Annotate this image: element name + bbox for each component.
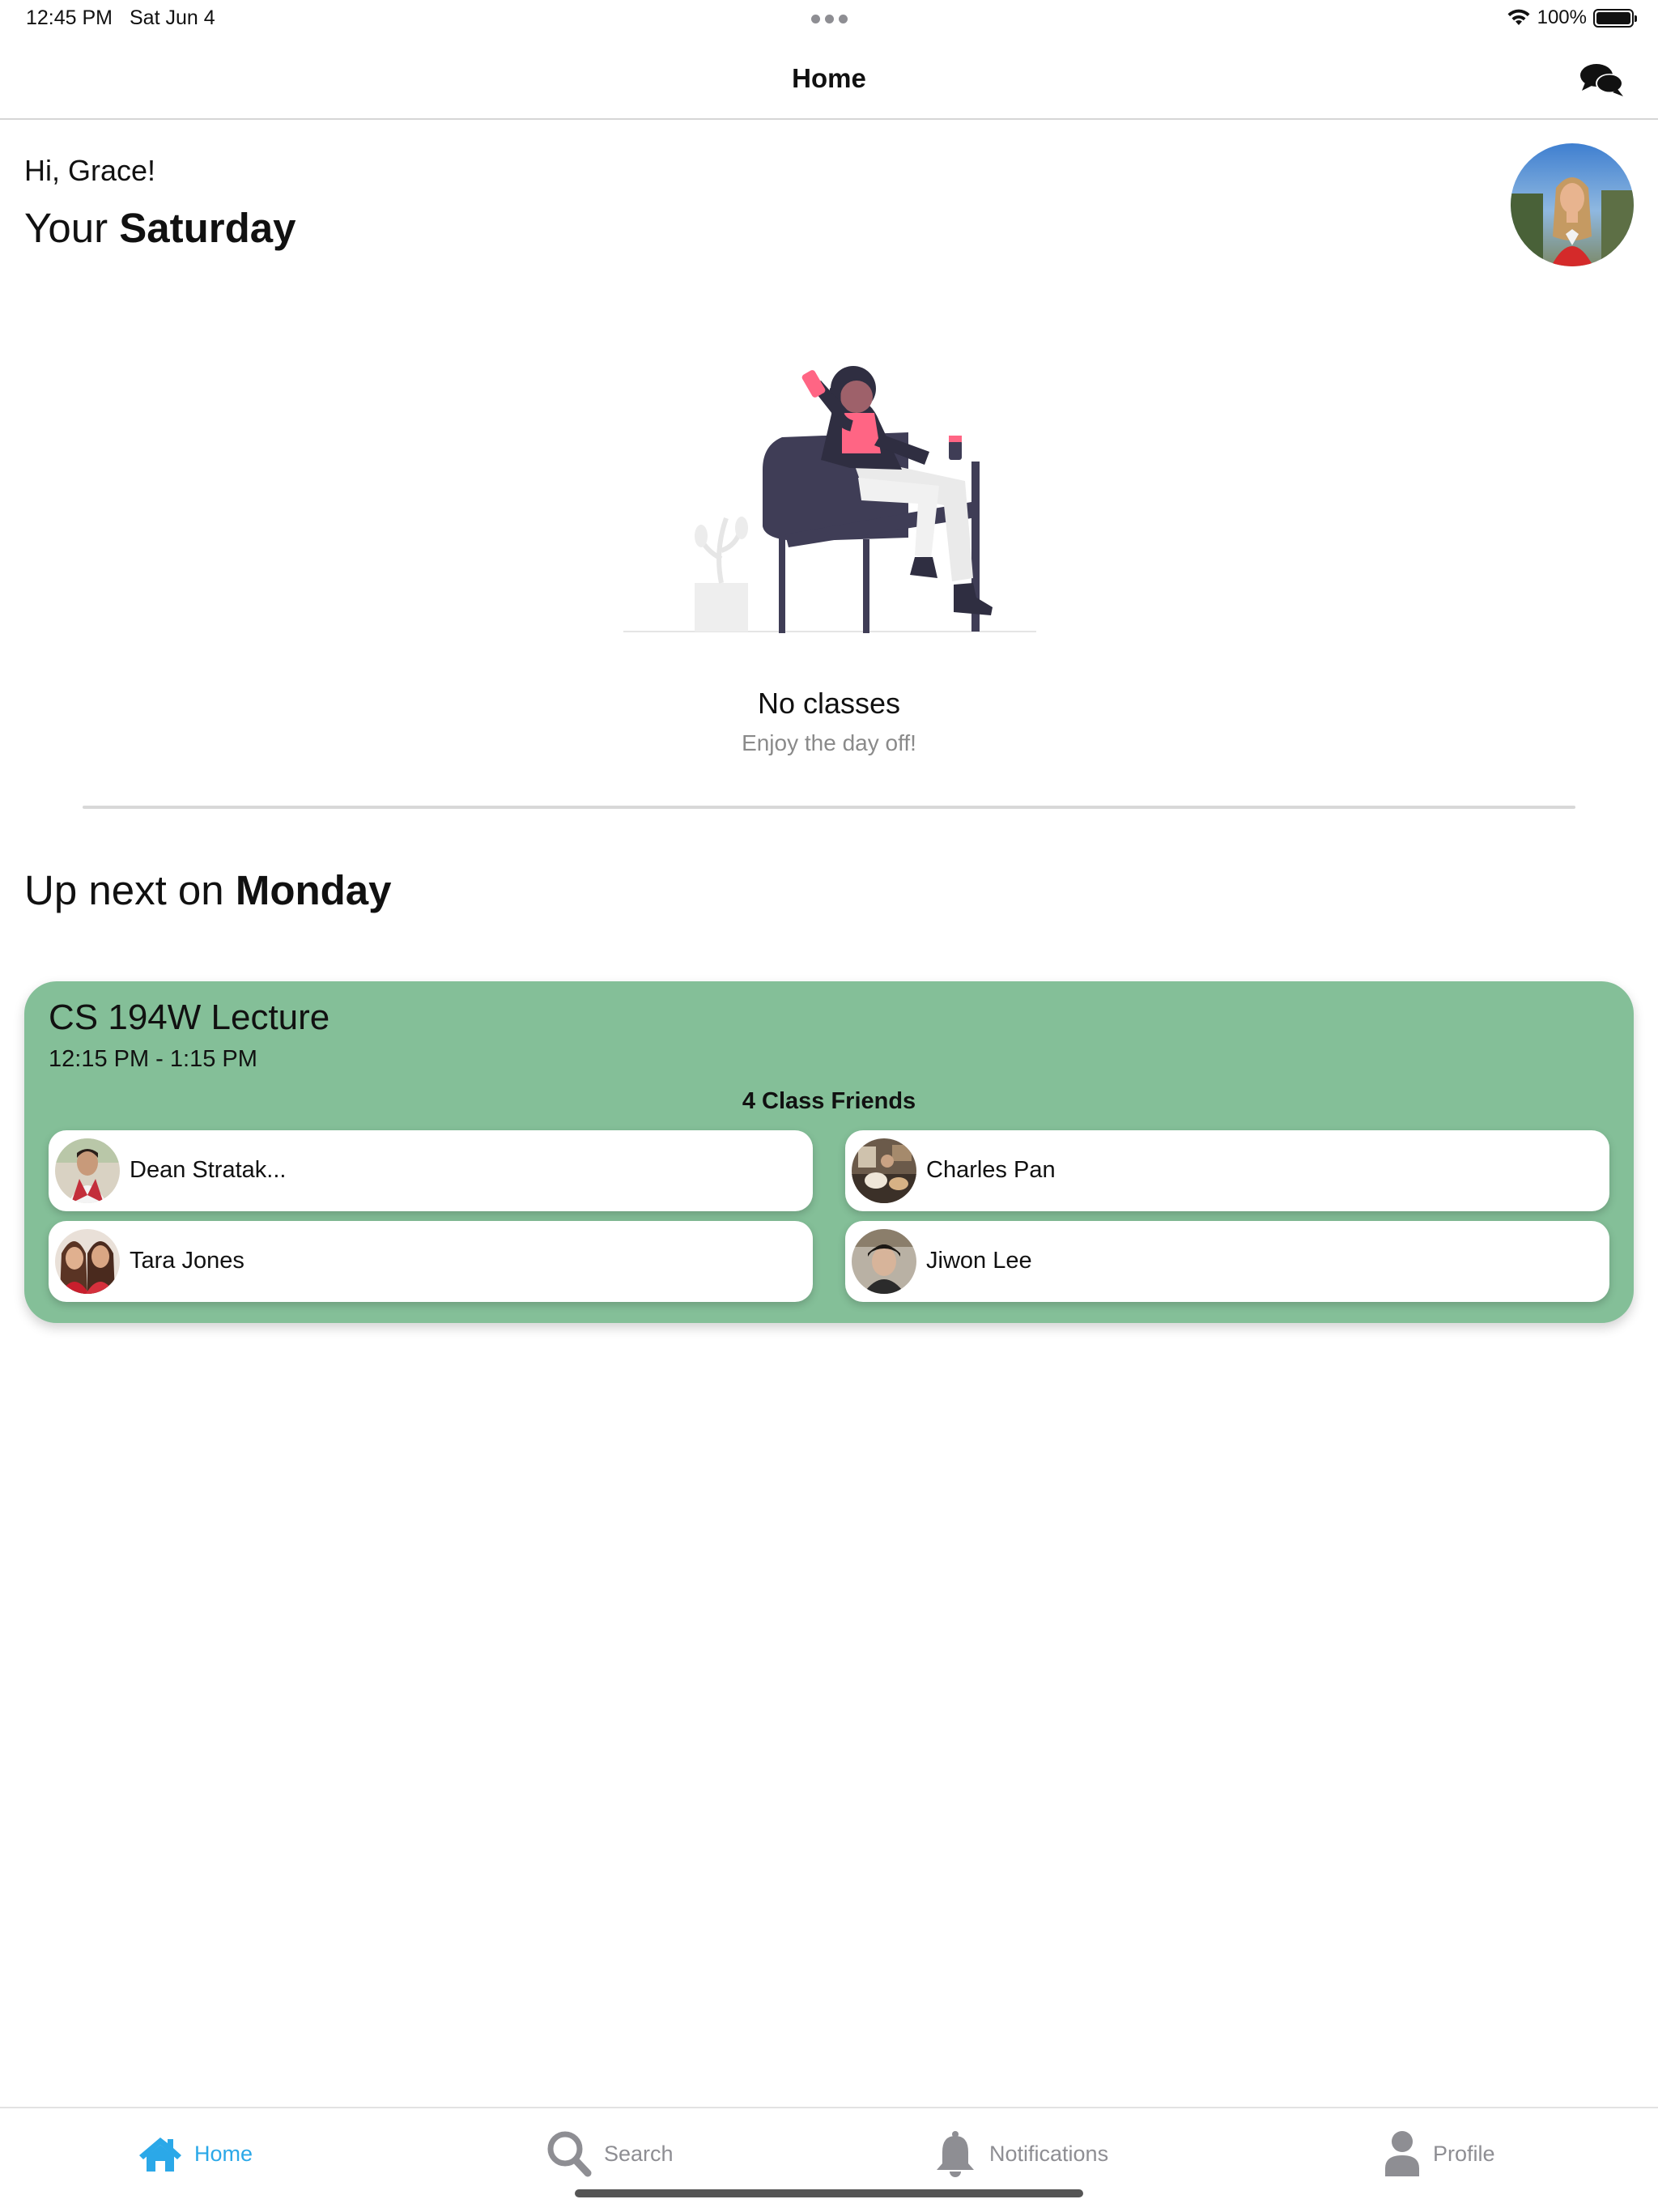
battery-percent: 100% — [1537, 6, 1587, 28]
friend-name: Charles Pan — [926, 1157, 1056, 1183]
friend-chip[interactable]: Dean Stratak... — [49, 1130, 813, 1211]
wifi-icon — [1507, 9, 1530, 25]
friend-name: Tara Jones — [130, 1248, 244, 1274]
bell-icon — [937, 2131, 974, 2177]
friend-chip[interactable]: Charles Pan — [845, 1130, 1609, 1211]
class-card[interactable]: CS 194W Lecture 12:15 PM - 1:15 PM 4 Cla… — [24, 981, 1634, 1323]
empty-state-title: No classes — [757, 687, 901, 720]
friend-avatar — [852, 1229, 916, 1294]
class-name: CS 194W Lecture — [49, 998, 330, 1037]
friend-avatar — [55, 1138, 120, 1203]
greeting-text: Hi, Grace! — [24, 154, 156, 187]
relaxing-person-illustration — [623, 366, 1036, 633]
up-next-prefix: Up next on — [24, 867, 224, 913]
magnifier-icon — [547, 2131, 592, 2177]
tab-profile[interactable]: Profile — [1383, 2129, 1495, 2178]
section-divider — [83, 806, 1575, 809]
status-time: 12:45 PM — [26, 6, 113, 29]
tab-search[interactable]: Search — [546, 2129, 674, 2178]
up-next-day-name: Monday — [235, 867, 392, 913]
status-bar: 12:45 PM Sat Jun 4 100% — [0, 0, 1658, 39]
friend-chip[interactable]: Tara Jones — [49, 1221, 813, 1302]
status-date: Sat Jun 4 — [130, 6, 215, 29]
tab-label-home: Home — [194, 2141, 253, 2166]
home-indicator[interactable] — [575, 2189, 1083, 2197]
today-day-name: Saturday — [119, 205, 296, 251]
class-time: 12:15 PM - 1:15 PM — [49, 1046, 257, 1072]
status-indicators: 100% — [1507, 6, 1637, 29]
friend-avatar — [852, 1138, 916, 1203]
tab-label-search: Search — [604, 2141, 674, 2166]
navigation-bar: Home — [0, 39, 1658, 120]
tab-label-profile: Profile — [1433, 2141, 1495, 2166]
friend-name: Dean Stratak... — [130, 1157, 287, 1183]
friend-chip[interactable]: Jiwon Lee — [845, 1221, 1609, 1302]
today-heading: Your Saturday — [24, 204, 295, 252]
user-avatar[interactable] — [1511, 143, 1634, 266]
class-friends-heading: 4 Class Friends — [742, 1088, 916, 1114]
tab-home[interactable]: Home — [138, 2129, 253, 2178]
chat-bubbles-icon[interactable] — [1579, 62, 1626, 99]
battery-icon — [1593, 8, 1637, 28]
friend-name: Jiwon Lee — [926, 1248, 1032, 1274]
up-next-heading: Up next on Monday — [24, 866, 392, 914]
tab-label-notifications: Notifications — [989, 2141, 1109, 2166]
multitasking-dots-icon[interactable] — [811, 15, 848, 23]
page-title: Home — [792, 63, 866, 93]
person-icon — [1385, 2131, 1419, 2176]
house-icon — [139, 2138, 181, 2172]
tab-notifications[interactable]: Notifications — [933, 2129, 1108, 2178]
today-prefix: Your — [24, 205, 108, 251]
friend-avatar — [55, 1229, 120, 1294]
empty-state-subtitle: Enjoy the day off! — [742, 730, 916, 755]
